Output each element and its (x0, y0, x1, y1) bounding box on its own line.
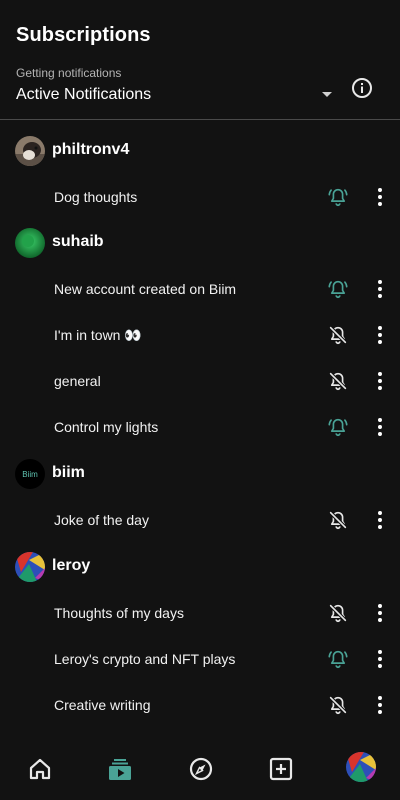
notification-toggle[interactable] (327, 694, 349, 716)
info-button[interactable] (350, 76, 374, 100)
subscription-list[interactable]: philtronv4 Dog thoughts suhaib New accou… (0, 120, 400, 740)
channel-name: Creative writing (54, 697, 151, 713)
bell-off-icon (329, 511, 347, 530)
add-icon (269, 757, 293, 781)
channel-name: Dog thoughts (54, 189, 138, 205)
owner-row-biim[interactable]: Biim biim (0, 451, 400, 497)
more-vert-icon (378, 511, 382, 529)
avatar (15, 228, 45, 258)
bell-ringing-icon (328, 418, 348, 437)
owner-row-philtronv4[interactable]: philtronv4 (0, 128, 400, 174)
owner-name: leroy (52, 557, 91, 574)
nav-subscriptions[interactable] (105, 754, 135, 784)
more-vert-icon (378, 188, 382, 206)
owner-row-suhaib[interactable]: suhaib (0, 220, 400, 266)
channel-name: I'm in town 👀 (54, 327, 142, 343)
avatar (15, 136, 45, 166)
channel-row[interactable]: Joke of the day (0, 497, 400, 543)
filter-label: Getting notifications (16, 66, 122, 80)
more-options-button[interactable] (370, 509, 390, 531)
channel-row[interactable]: Dog thoughts (0, 174, 400, 220)
owner-name: philtronv4 (52, 141, 130, 158)
owner-name: suhaib (52, 233, 104, 250)
header: Subscriptions Getting notifications Acti… (0, 0, 400, 120)
notification-toggle[interactable] (327, 602, 349, 624)
bell-ringing-icon (328, 280, 348, 299)
more-options-button[interactable] (370, 416, 390, 438)
owner-name: biim (52, 464, 85, 481)
more-options-button[interactable] (370, 186, 390, 208)
filter-value: Active Notifications (16, 86, 152, 103)
bell-ringing-icon (328, 188, 348, 207)
bell-off-icon (329, 696, 347, 715)
more-options-button[interactable] (370, 602, 390, 624)
more-options-button[interactable] (370, 694, 390, 716)
more-options-button[interactable] (370, 278, 390, 300)
notification-toggle[interactable] (327, 509, 349, 531)
more-vert-icon (378, 280, 382, 298)
bottom-nav (0, 740, 400, 800)
bell-ringing-icon (328, 650, 348, 669)
more-vert-icon (378, 650, 382, 668)
home-icon (29, 758, 51, 780)
channel-row[interactable]: I'm in town 👀 (0, 312, 400, 358)
channel-name: Thoughts of my days (54, 605, 184, 621)
notification-toggle[interactable] (327, 416, 349, 438)
info-icon (352, 78, 372, 98)
dropdown-arrow-icon (322, 92, 332, 97)
avatar: Biim (15, 459, 45, 489)
notification-toggle[interactable] (327, 370, 349, 392)
explore-icon (189, 757, 213, 781)
biim-logo-text: Biim (22, 470, 38, 479)
more-options-button[interactable] (370, 370, 390, 392)
more-vert-icon (378, 604, 382, 622)
channel-row[interactable]: Thoughts of my days (0, 590, 400, 636)
notification-toggle[interactable] (327, 648, 349, 670)
more-options-button[interactable] (370, 324, 390, 346)
nav-create[interactable] (266, 754, 296, 784)
channel-row[interactable]: Leroy's crypto and NFT plays (0, 636, 400, 682)
more-options-button[interactable] (370, 648, 390, 670)
channel-row[interactable]: Control my lights (0, 404, 400, 450)
notification-filter-select[interactable]: Active Notifications (16, 84, 334, 108)
bell-off-icon (329, 326, 347, 345)
bell-off-icon (329, 372, 347, 391)
more-vert-icon (378, 696, 382, 714)
channel-name: New account created on Biim (54, 281, 237, 297)
page-title: Subscriptions (16, 24, 151, 46)
channel-row[interactable]: New account created on Biim (0, 266, 400, 312)
nav-home[interactable] (25, 754, 55, 784)
notification-toggle[interactable] (327, 324, 349, 346)
more-vert-icon (378, 372, 382, 390)
more-vert-icon (378, 326, 382, 344)
channel-row[interactable]: general (0, 358, 400, 404)
owner-row-leroy[interactable]: leroy (0, 544, 400, 590)
notification-toggle[interactable] (327, 186, 349, 208)
avatar (15, 552, 45, 582)
channel-row[interactable]: Creative writing (0, 682, 400, 728)
channel-name: general (54, 373, 101, 389)
profile-avatar[interactable] (346, 752, 376, 782)
bell-off-icon (329, 604, 347, 623)
more-vert-icon (378, 418, 382, 436)
channel-name: Control my lights (54, 419, 159, 435)
channel-name: Joke of the day (54, 512, 149, 528)
subscriptions-icon (109, 759, 131, 780)
notification-toggle[interactable] (327, 278, 349, 300)
nav-explore[interactable] (186, 754, 216, 784)
channel-name: Leroy's crypto and NFT plays (54, 651, 236, 667)
